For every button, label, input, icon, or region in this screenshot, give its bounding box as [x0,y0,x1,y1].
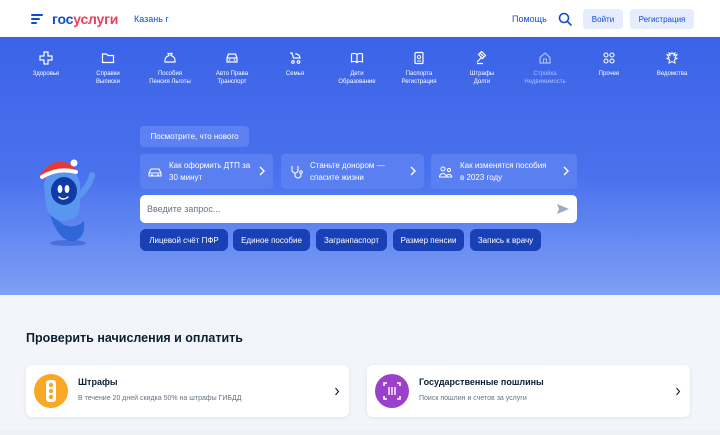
category-family[interactable]: Семья [263,51,327,78]
traffic-light-icon [46,380,56,402]
duties-title: Государственные пошлины [419,377,544,387]
section-title: Проверить начисления и оплатить [26,331,243,345]
gavel-icon [476,51,487,65]
category-other[interactable]: Прочее [577,51,641,78]
category-benefits[interactable]: Пособия Пенсия Льготы [138,51,202,86]
category-departments[interactable]: Ведомства [640,51,704,78]
money-bag-icon [164,52,176,63]
gosuslugi-logo[interactable]: госуслуги [52,11,118,27]
send-icon[interactable] [556,202,570,216]
chevron-right-icon [335,387,340,396]
category-certificates[interactable]: Справки Выписки [76,51,140,86]
quick-link-pension-size[interactable]: Размер пенсии [393,229,464,251]
stroller-icon [290,52,301,64]
top-header: госуслуги Казань г Помощь Войти Регистра… [0,0,720,37]
promo-card-dtp[interactable]: Как оформить ДТП за 30 минут [140,154,273,189]
search-icon[interactable] [557,11,573,27]
register-button[interactable]: Регистрация [630,9,694,29]
stethoscope-icon [291,166,303,179]
category-bar: Здоровье Справки Выписки Пособия Пенсия Ль… [14,51,706,91]
chevron-right-icon [676,387,681,396]
chevron-right-icon [410,166,416,176]
house-icon [539,52,551,64]
quick-link-unified-benefit[interactable]: Единое пособие [233,229,310,251]
search-box [140,195,577,223]
login-button[interactable]: Войти [583,9,623,29]
quick-link-doctor[interactable]: Запись к врачу [470,229,541,251]
state-duties-card[interactable]: Государственные пошлины Поиск пошлин и с… [367,365,690,417]
family-icon [438,166,453,178]
mascot-image [40,159,95,246]
duties-subtitle: Поиск пошлин и счетов за услуги [419,395,527,402]
category-auto[interactable]: Авто Права Транспорт [200,51,264,86]
search-input[interactable] [147,201,537,217]
folder-icon [101,53,115,64]
duties-icon-circle [375,374,409,408]
fines-title: Штрафы [78,377,118,387]
promo-card-donor[interactable]: Станьте донором — спасите жизни [281,154,424,189]
hero-banner: Здоровье Справки Выписки Пособия Пенсия Ль… [0,37,720,295]
book-icon [350,52,364,64]
category-construction[interactable]: Стройка Недвижимость [513,51,577,86]
category-passports[interactable]: Паспорта Регистрация [387,51,451,86]
passport-icon [414,51,424,65]
fines-subtitle: В течение 20 дней скидка 50% на штрафы Г… [78,395,242,402]
chevron-right-icon [259,166,265,176]
fines-card[interactable]: Штрафы В течение 20 дней скидка 50% на ш… [26,365,349,417]
category-fines[interactable]: Штрафы Долги [450,51,514,86]
promo-card-benefits-2023[interactable]: Как изменятся пособия в 2023 году [431,154,577,189]
city-selector[interactable]: Казань г [134,14,169,24]
quick-link-passport[interactable]: Загранпаспорт [316,229,387,251]
menu-icon[interactable] [31,14,43,24]
emblem-icon [665,51,679,64]
health-cross-icon [39,51,53,65]
receipt-scan-icon [383,382,401,400]
chevron-right-icon [563,166,569,176]
car-icon [226,53,238,63]
whats-new-button[interactable]: Посмотрите, что нового [140,126,249,147]
fines-icon-circle [34,374,68,408]
category-health[interactable]: Здоровье [14,51,78,78]
car-accident-icon [148,168,162,177]
grid-icon [603,52,615,64]
help-link[interactable]: Помощь [512,14,547,24]
footer-strip [0,430,720,435]
quick-link-pfr[interactable]: Лицевой счёт ПФР [140,229,228,251]
category-children[interactable]: Дети Образование [325,51,389,86]
